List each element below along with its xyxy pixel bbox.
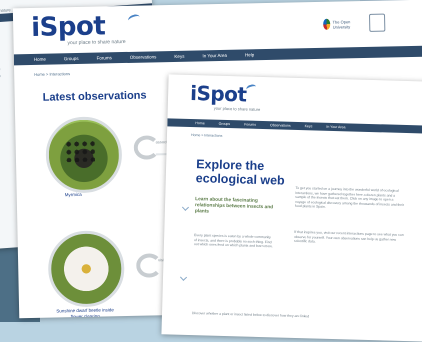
description-text: To get you started on a journey into the… [294,185,405,210]
nav-home[interactable]: Home [34,57,46,62]
observation-caption-1[interactable]: Myrmica [65,192,82,197]
nav-observations[interactable]: Observations [270,123,291,128]
nav-home[interactable]: Home [195,121,204,125]
breadcrumb[interactable]: Home > Interactions [191,133,223,138]
nav-in-your-area[interactable]: In Your Area [326,125,345,130]
logo-swoosh-icon [127,13,142,25]
bullet-marker-icon [179,273,188,281]
bullet-marker-icon [181,203,190,211]
page-subtitle: Learn about the fascinating relationship… [194,197,274,215]
main-nav: Home Groups Forums Observations Keys In … [13,45,422,66]
partner-logo-text: The Open University [332,18,351,30]
invitation-text: If that inspires you, visit our recent i… [294,229,404,244]
front-page-screenshot: iSpot your place to share nature Home Gr… [161,74,422,342]
ispot-logo[interactable]: iSpot [31,11,106,43]
nav-keys[interactable]: Keys [305,124,313,128]
back-page-text-lines [0,40,1,84]
footer-text: Discover whether a plant or insect liste… [191,311,310,319]
nav-help[interactable]: Help [245,52,254,57]
logo-swoosh-icon [245,83,258,93]
partner-logo[interactable]: The Open University [323,17,357,31]
page-title: Explore the ecological web [196,157,286,187]
nav-keys[interactable]: Keys [174,54,184,59]
partner-logo-icon [323,18,331,30]
ispot-tagline: your place to share nature [67,38,126,47]
front-nav: Home Groups Forums Observations Keys In … [167,118,422,134]
observation-thumbnail-1[interactable] [45,116,123,194]
page-title-line-2: ecological web [195,171,285,188]
nav-groups[interactable]: Groups [219,122,231,126]
nav-groups[interactable]: Groups [64,56,79,61]
nav-in-your-area[interactable]: In Your Area [202,53,227,59]
observation-caption-2[interactable]: Sunshine dwarf beetle inside flower clea… [55,307,115,318]
latest-observations-heading: Latest observations [42,89,147,104]
nav-forums[interactable]: Forums [97,55,112,60]
breadcrumb[interactable]: Home > Interactions [34,71,70,77]
ispot-logo[interactable]: iSpot [190,81,247,107]
ispot-tagline: your place to share nature [213,105,261,112]
observation-thumbnail-2[interactable] [47,230,126,308]
intro-text: Every plant species is eaten by a whole … [193,233,274,249]
ou-badge-icon[interactable] [368,13,386,32]
nav-forums[interactable]: Forums [244,122,256,126]
nav-observations[interactable]: Observations [130,54,157,60]
